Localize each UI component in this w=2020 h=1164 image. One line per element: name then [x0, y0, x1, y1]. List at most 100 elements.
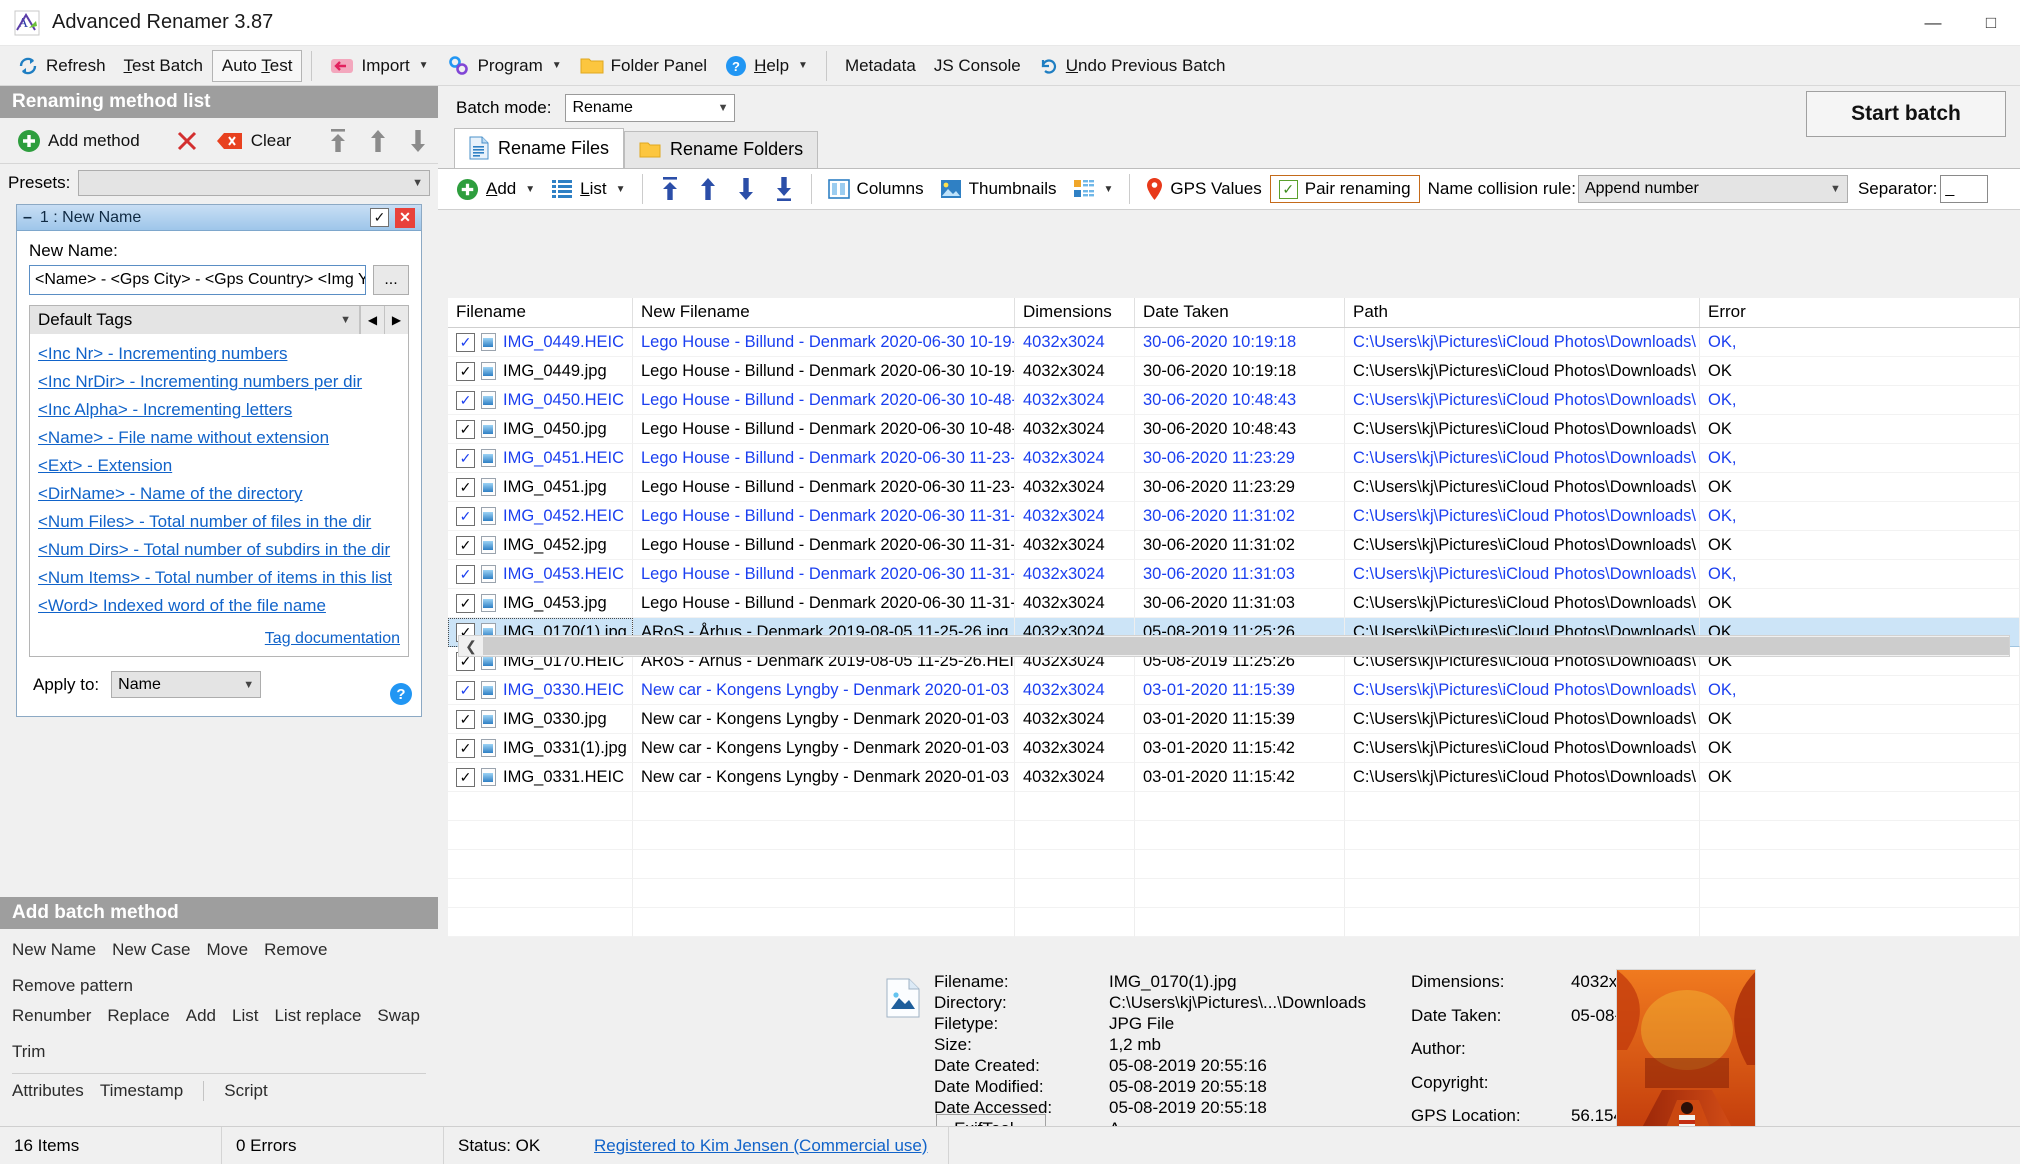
add-batch-replace[interactable]: Replace	[107, 1006, 169, 1026]
clear-methods-button[interactable]: Clear	[207, 125, 301, 157]
row-checkbox[interactable]: ✓	[456, 535, 475, 555]
refresh-button[interactable]: Refresh	[8, 50, 115, 82]
apply-to-combobox[interactable]: Name ▼	[111, 671, 262, 698]
table-row[interactable]: ✓ IMG_0330.jpg New car - Kongens Lyngby - …	[448, 705, 2020, 734]
tag-link-7[interactable]: <Num Dirs> - Total number of subdirs in …	[38, 536, 400, 564]
tab-rename-files[interactable]: Rename Files	[454, 128, 625, 168]
tag-link-6[interactable]: <Num Files> - Total number of files in t…	[38, 508, 400, 536]
row-checkbox[interactable]: ✓	[456, 564, 475, 584]
column-header-new-filename[interactable]: New Filename	[633, 298, 1015, 327]
folder-panel-button[interactable]: Folder Panel	[571, 50, 716, 82]
row-checkbox[interactable]: ✓	[456, 680, 475, 700]
collision-rule-combobox[interactable]: Append number ▼	[1577, 175, 1848, 203]
column-header-dimensions[interactable]: Dimensions	[1015, 298, 1135, 327]
table-row[interactable]: ✓ IMG_0452.HEIC Lego House - Billund - Den…	[448, 502, 2020, 531]
batch-mode-combobox[interactable]: Rename ▼	[565, 94, 736, 122]
scroll-left-button[interactable]: ❮	[459, 638, 483, 655]
tag-link-3[interactable]: <Name> - File name without extension	[38, 424, 400, 452]
tag-link-0[interactable]: <Inc Nr> - Incrementing numbers	[38, 340, 400, 368]
tag-link-8[interactable]: <Num Items> - Total number of items in t…	[38, 564, 400, 592]
table-row[interactable]: ✓ IMG_0449.jpg Lego House - Billund - Denm…	[448, 357, 2020, 386]
add-batch-list[interactable]: List	[232, 1006, 258, 1026]
column-header-date-taken[interactable]: Date Taken	[1135, 298, 1345, 327]
method-enabled-checkbox[interactable]: ✓	[370, 208, 389, 227]
list-button[interactable]: List ▼	[543, 176, 633, 202]
add-files-button[interactable]: Add ▼	[448, 175, 543, 204]
maximize-button[interactable]: □	[1962, 0, 2020, 46]
method-help-icon[interactable]: ?	[390, 683, 412, 705]
row-checkbox[interactable]: ✓	[456, 448, 475, 468]
pair-renaming-button[interactable]: ✓ Pair renaming	[1269, 175, 1420, 203]
metadata-button[interactable]: Metadata	[836, 50, 925, 82]
auto-test-button[interactable]: Auto Test	[211, 49, 303, 82]
table-row[interactable]: ✓ IMG_0452.jpg Lego House - Billund - Denm…	[448, 531, 2020, 560]
row-checkbox[interactable]: ✓	[456, 506, 475, 526]
add-batch-list-replace[interactable]: List replace	[274, 1006, 361, 1026]
add-batch-script[interactable]: Script	[224, 1081, 267, 1101]
move-to-top-button[interactable]	[318, 125, 358, 157]
separator-input[interactable]: _	[1940, 175, 1989, 203]
file-table-horizontal-scrollbar[interactable]: ❮	[458, 635, 2010, 657]
scroll-thumb[interactable]	[483, 637, 2009, 655]
add-batch-new-name[interactable]: New Name	[12, 940, 96, 960]
move-down-button[interactable]	[398, 125, 438, 157]
row-checkbox[interactable]: ✓	[456, 361, 475, 381]
pair-renaming-checkbox[interactable]: ✓	[1278, 179, 1298, 199]
tag-group-prev-button[interactable]: ◀	[360, 306, 384, 334]
table-row[interactable]: ✓ IMG_0331(1).jpg New car - Kongens Lyngby…	[448, 734, 2020, 763]
table-row[interactable]: ✓ IMG_0453.jpg Lego House - Billund - Denm…	[448, 589, 2020, 618]
table-row[interactable]: ✓ IMG_0331.HEIC New car - Kongens Lyngby -…	[448, 763, 2020, 792]
add-batch-new-case[interactable]: New Case	[112, 940, 190, 960]
js-console-button[interactable]: JS Console	[925, 50, 1030, 82]
start-batch-button[interactable]: Start batch	[1806, 91, 2006, 137]
new-name-input[interactable]: <Name> - <Gps City> - <Gps Country> <Img…	[29, 265, 366, 295]
table-row[interactable]: ✓ IMG_0451.HEIC Lego House - Billund - Den…	[448, 444, 2020, 473]
method-close-button[interactable]: ✕	[395, 207, 415, 228]
column-header-filename[interactable]: Filename	[448, 298, 633, 327]
remove-method-button[interactable]	[167, 125, 207, 157]
add-batch-move[interactable]: Move	[207, 940, 249, 960]
tag-link-5[interactable]: <DirName> - Name of the directory	[38, 480, 400, 508]
add-batch-trim[interactable]: Trim	[12, 1042, 45, 1062]
tag-group-combobox[interactable]: Default Tags ▼	[30, 306, 360, 334]
thumbnails-button[interactable]: Thumbnails	[932, 176, 1065, 202]
presets-combobox[interactable]: ▼	[78, 170, 430, 196]
add-batch-remove[interactable]: Remove	[264, 940, 327, 960]
method-card-title-bar[interactable]: – 1 : New Name ✓ ✕	[17, 205, 421, 231]
import-button[interactable]: Import ▼	[321, 50, 437, 82]
table-row[interactable]: ✓ IMG_0450.jpg Lego House - Billund - Denm…	[448, 415, 2020, 444]
add-batch-swap[interactable]: Swap	[377, 1006, 420, 1026]
registration-link[interactable]: Registered to Kim Jensen (Commercial use…	[574, 1136, 948, 1156]
row-checkbox[interactable]: ✓	[456, 767, 475, 787]
tag-group-next-button[interactable]: ▶	[384, 306, 408, 334]
add-batch-remove-pattern[interactable]: Remove pattern	[12, 976, 133, 996]
tag-link-4[interactable]: <Ext> - Extension	[38, 452, 400, 480]
row-checkbox[interactable]: ✓	[456, 738, 475, 758]
move-file-bottom-button[interactable]	[765, 173, 803, 205]
tag-link-9[interactable]: <Word> Indexed word of the file name	[38, 592, 400, 620]
table-row[interactable]: ✓ IMG_0453.HEIC Lego House - Billund - Den…	[448, 560, 2020, 589]
new-name-browse-button[interactable]: ...	[373, 265, 409, 295]
column-header-error[interactable]: Error	[1700, 298, 2020, 327]
test-batch-button[interactable]: Test Batch	[115, 50, 212, 82]
column-header-path[interactable]: Path	[1345, 298, 1700, 327]
undo-previous-batch-button[interactable]: Undo Previous Batch	[1030, 50, 1235, 82]
tag-link-2[interactable]: <Inc Alpha> - Incrementing letters	[38, 396, 400, 424]
row-checkbox[interactable]: ✓	[456, 419, 475, 439]
row-checkbox[interactable]: ✓	[456, 390, 475, 410]
move-file-up-button[interactable]	[689, 173, 727, 205]
row-checkbox[interactable]: ✓	[456, 709, 475, 729]
table-row[interactable]: ✓ IMG_0330.HEIC New car - Kongens Lyngby -…	[448, 676, 2020, 705]
table-row[interactable]: ✓ IMG_0449.HEIC Lego House - Billund - Den…	[448, 328, 2020, 357]
row-checkbox[interactable]: ✓	[456, 593, 475, 613]
move-up-button[interactable]	[358, 125, 398, 157]
move-file-top-button[interactable]	[651, 173, 689, 205]
move-file-down-button[interactable]	[727, 173, 765, 205]
table-row[interactable]: ✓ IMG_0451.jpg Lego House - Billund - Denm…	[448, 473, 2020, 502]
add-batch-add[interactable]: Add	[186, 1006, 216, 1026]
collapse-icon[interactable]: –	[23, 209, 32, 227]
add-batch-timestamp[interactable]: Timestamp	[100, 1081, 183, 1101]
help-button[interactable]: ? Help ▼	[716, 50, 817, 82]
row-checkbox[interactable]: ✓	[456, 477, 475, 497]
tag-link-1[interactable]: <Inc NrDir> - Incrementing numbers per d…	[38, 368, 400, 396]
